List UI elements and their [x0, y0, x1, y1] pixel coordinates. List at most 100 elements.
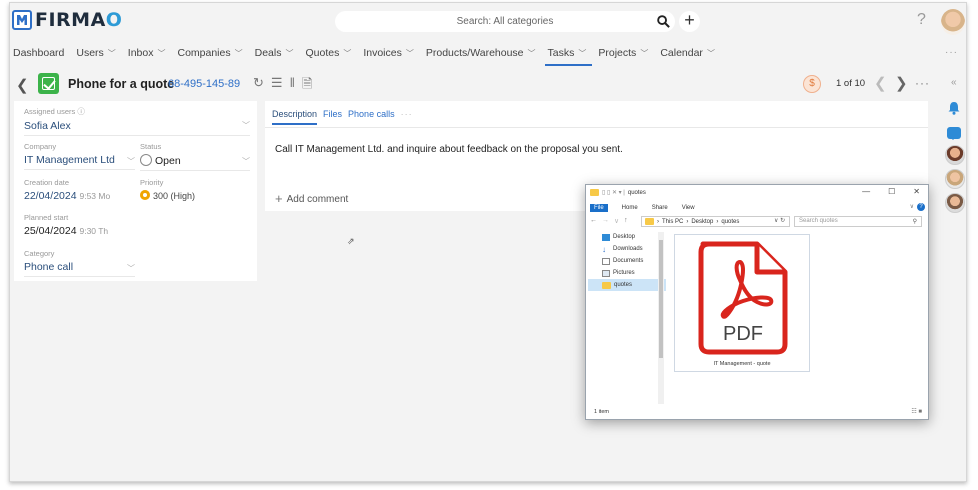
help-icon[interactable]: ?: [917, 11, 926, 29]
refresh-icon[interactable]: ↻: [253, 75, 264, 97]
refresh-icon[interactable]: ↻: [780, 218, 785, 224]
main-nav: Dashboard Users ﹀ Inbox ﹀ Companies ﹀ Deals…: [10, 41, 966, 66]
tab-description[interactable]: Description: [272, 109, 317, 125]
nav-item-deals[interactable]: Deals ﹀: [252, 41, 300, 65]
nav-item-calendar[interactable]: Calendar ﹀: [657, 41, 721, 65]
avatar[interactable]: [945, 169, 965, 189]
company-label: Company: [24, 142, 57, 151]
path-separator: ›: [716, 218, 719, 225]
folder-icon: [602, 281, 611, 289]
status-value: Open: [140, 154, 250, 167]
tabs-more-button[interactable]: ···: [401, 109, 413, 125]
up-arrow-icon[interactable]: ↑: [624, 217, 628, 225]
price-coin-icon[interactable]: $: [803, 75, 821, 93]
file-explorer-window[interactable]: ▯ ▯ ✕ ▾ | quotes — ☐ ✕ File Home Share V…: [585, 184, 929, 420]
planned-start-field[interactable]: Planned start 25/04/2024 9:30 Th: [24, 213, 135, 237]
forward-arrow-icon[interactable]: →: [602, 217, 609, 225]
address-tail-controls: ∨ ↻: [774, 217, 785, 224]
nav-item-companies[interactable]: Companies ﹀: [174, 41, 248, 65]
creation-date-value: 22/04/2024 9:53 Mo: [24, 190, 111, 202]
minimize-icon[interactable]: —: [862, 187, 870, 196]
bell-icon[interactable]: [947, 101, 961, 115]
desktop-icon: [602, 233, 610, 241]
path-quotes[interactable]: quotes: [721, 219, 739, 225]
category-field[interactable]: Category Phone call ﹀: [24, 249, 135, 277]
nav-more-button[interactable]: ···: [945, 47, 958, 58]
creation-date-field[interactable]: Creation date 22/04/2024 9:53 Mo: [24, 178, 135, 202]
back-arrow-icon[interactable]: ←: [590, 217, 597, 225]
status-field[interactable]: Status Open ﹀: [140, 142, 250, 171]
logo-text: FIRMAO: [35, 9, 123, 31]
explorer-title-text: quotes: [627, 189, 646, 196]
nav-item-users[interactable]: Users ﹀: [73, 41, 121, 65]
mouse-cursor-icon: ⇗: [347, 236, 355, 246]
navigation-scrollbar[interactable]: [658, 232, 664, 404]
nav-item-tasks[interactable]: Tasks ﹀: [544, 41, 593, 66]
tab-files[interactable]: Files: [323, 109, 342, 125]
plus-icon: +: [275, 191, 283, 206]
close-icon[interactable]: ✕: [913, 187, 920, 196]
priority-field[interactable]: Priority 300 (High): [140, 178, 250, 201]
chevron-down-icon: ﹀: [578, 48, 587, 58]
nav-item-quotes[interactable]: Quotes ﹀: [302, 41, 357, 65]
description-tabs: Description Files Phone calls ···: [272, 109, 413, 125]
nav-item-products-warehouse[interactable]: Products/Warehouse ﹀: [423, 41, 542, 65]
nav-item-invoices[interactable]: Invoices ﹀: [360, 41, 420, 65]
avatar[interactable]: [945, 193, 965, 213]
more-options-icon[interactable]: ···: [915, 76, 930, 90]
nav-pictures[interactable]: Pictures📌: [588, 267, 666, 279]
previous-arrow-icon[interactable]: ❮: [874, 74, 887, 92]
folder-icon: [645, 218, 654, 225]
file-item[interactable]: PDF IT Management - quote: [674, 234, 810, 372]
nav-item-inbox[interactable]: Inbox ﹀: [125, 41, 172, 65]
chevron-down-icon: ﹀: [343, 48, 352, 58]
help-icon[interactable]: ?: [917, 203, 925, 211]
category-value: Phone call: [24, 261, 74, 273]
assigned-users-field[interactable]: Assigned users ⓘ Sofia Alex ﹀: [24, 106, 250, 136]
tab-phone-calls[interactable]: Phone calls: [348, 109, 395, 125]
collapse-sidebar-icon[interactable]: «: [951, 77, 957, 88]
chevron-down-icon[interactable]: ∨: [774, 218, 778, 224]
chevron-down-icon: ﹀: [234, 48, 243, 58]
info-icon: ⓘ: [77, 107, 85, 116]
nav-downloads[interactable]: ↓ Downloads📌: [588, 243, 666, 255]
task-check-icon: [38, 73, 59, 94]
ribbon-tab-share[interactable]: Share: [652, 205, 668, 211]
view-toggle-icons[interactable]: ☷ ■: [911, 408, 922, 415]
columns-icon[interactable]: ‖: [290, 75, 295, 97]
add-new-button[interactable]: +: [679, 11, 700, 32]
explorer-title-bar[interactable]: ▯ ▯ ✕ ▾ | quotes — ☐ ✕: [586, 185, 928, 201]
document-icon[interactable]: 🗎: [302, 75, 312, 97]
nav-item-projects[interactable]: Projects ﹀: [595, 41, 654, 65]
logo[interactable]: FIRMAO: [12, 9, 122, 31]
back-arrow-icon[interactable]: ❮: [16, 76, 29, 94]
search-icon[interactable]: [656, 14, 671, 29]
avatar[interactable]: [945, 145, 965, 165]
chevron-down-icon: ﹀: [640, 48, 649, 58]
status-label: Status: [140, 142, 162, 151]
chat-icon[interactable]: [947, 127, 961, 140]
ribbon-tab-file[interactable]: File: [590, 203, 608, 212]
explorer-search-input[interactable]: Search quotes ⚲: [794, 216, 922, 227]
search-input[interactable]: Search: All categories: [335, 11, 675, 32]
chevron-down-icon[interactable]: ∨: [614, 217, 619, 225]
address-bar[interactable]: › This PC › Desktop › quotes: [641, 216, 790, 227]
path-desktop[interactable]: Desktop: [691, 219, 713, 225]
path-this-pc[interactable]: This PC: [662, 219, 683, 225]
nav-item-dashboard[interactable]: Dashboard: [10, 41, 70, 65]
user-avatar[interactable]: [941, 9, 965, 35]
nav-quotes[interactable]: quotes📌: [588, 279, 666, 291]
ribbon-tab-view[interactable]: View: [682, 205, 695, 211]
maximize-icon[interactable]: ☐: [888, 187, 895, 196]
add-comment-button[interactable]: + Add comment: [275, 191, 348, 206]
nav-desktop[interactable]: Desktop📌: [588, 231, 666, 243]
address-row: ← → ∨ ↑ › This PC › Desktop › quotes ∨ ↻…: [586, 215, 928, 228]
list-icon[interactable]: ☰: [271, 75, 283, 97]
ribbon-expand-icon[interactable]: ∨: [910, 203, 914, 210]
ribbon-tab-home[interactable]: Home: [622, 205, 638, 211]
company-field[interactable]: Company IT Management Ltd ﹀: [24, 142, 135, 170]
nav-documents[interactable]: Documents📌: [588, 255, 666, 267]
top-bar: FIRMAO Search: All categories + ?: [10, 3, 966, 39]
next-arrow-icon[interactable]: ❯: [895, 74, 908, 92]
task-phone-link[interactable]: 68-495-145-89: [168, 78, 240, 90]
